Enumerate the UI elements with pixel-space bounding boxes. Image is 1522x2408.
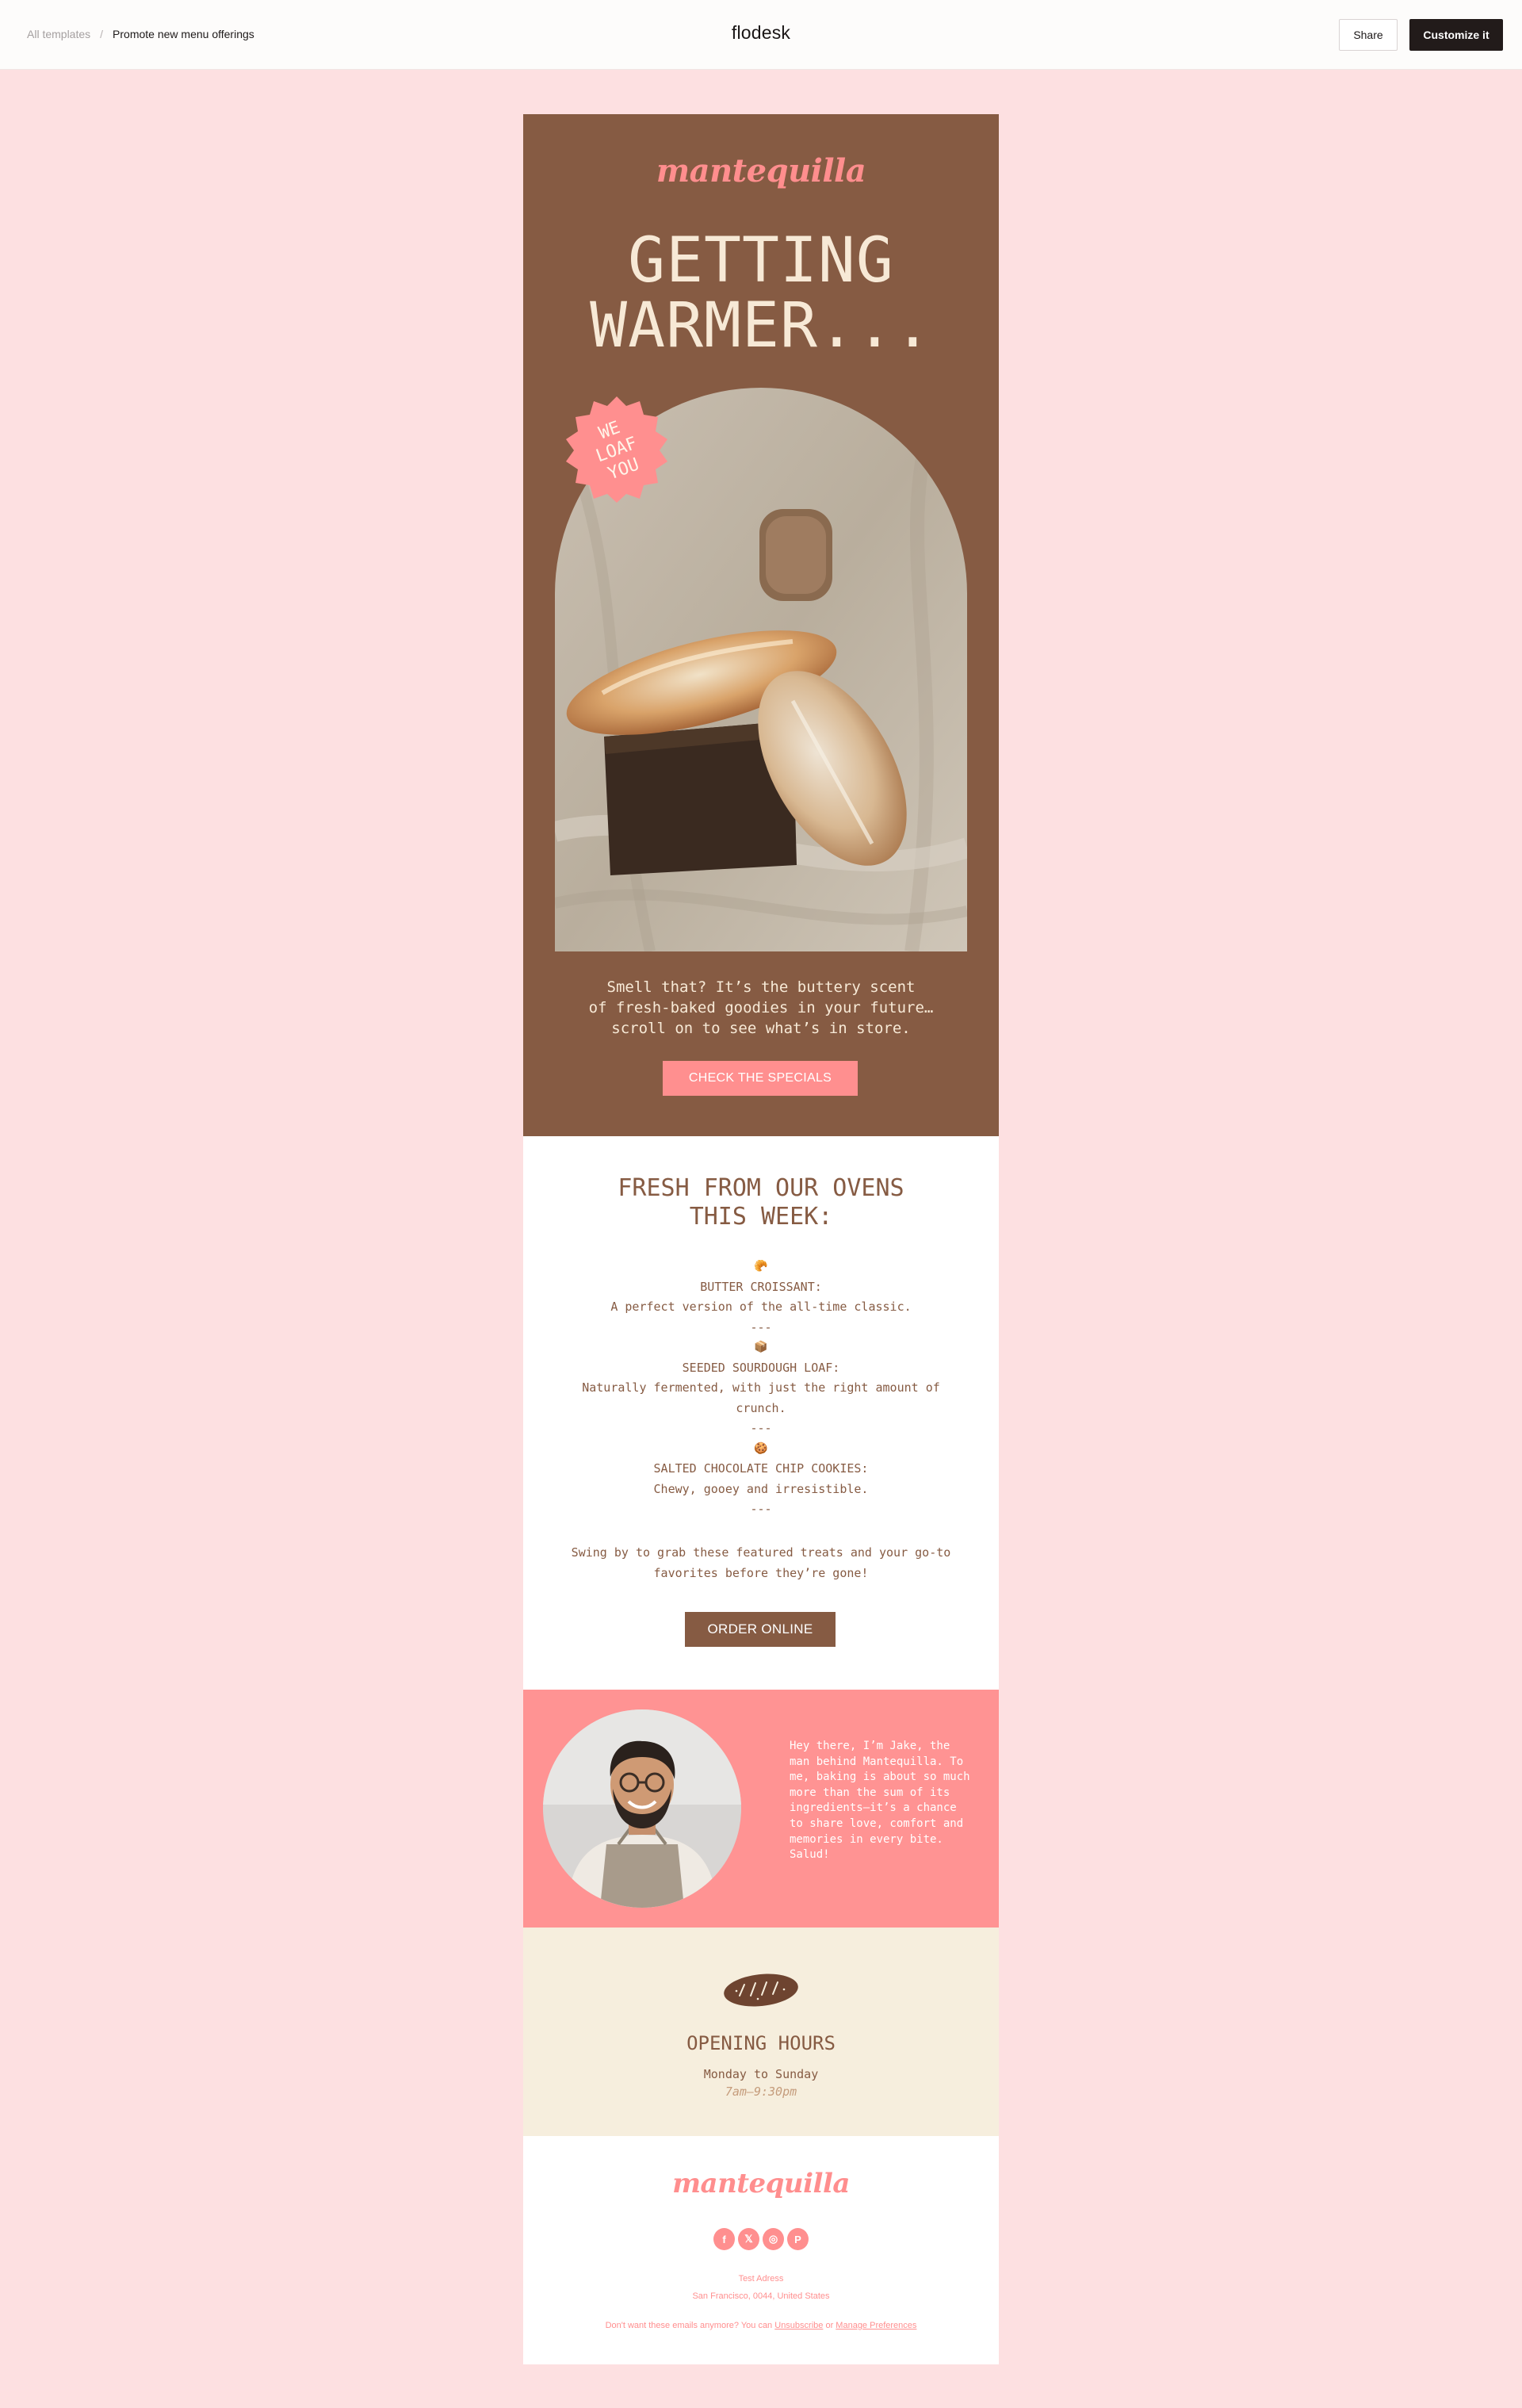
about-text: Hey there, I’m Jake, the man behind Mant… xyxy=(790,1740,970,1862)
menu-item: 📦 SEEDED SOURDOUGH LOAF: Naturally ferme… xyxy=(571,1338,951,1439)
menu-item-desc: Chewy, gooey and irresistible. xyxy=(653,1481,869,1496)
about-section: Hey there, I’m Jake, the man behind Mant… xyxy=(523,1690,999,1928)
x-icon[interactable]: 𝕏 xyxy=(738,2228,759,2250)
we-loaf-you-badge: WE LOAF YOU xyxy=(561,393,672,504)
menu-title: FRESH FROM OUR OVENS THIS WEEK: xyxy=(523,1174,999,1231)
menu-item: 🥐 BUTTER CROISSANT: A perfect version of… xyxy=(571,1257,951,1338)
menu-item-desc: Naturally fermented, with just the right… xyxy=(582,1380,940,1415)
menu-item-name: SALTED CHOCOLATE CHIP COOKIES: xyxy=(653,1461,869,1476)
package-icon: 📦 xyxy=(754,1341,768,1353)
croissant-icon: 🥐 xyxy=(754,1260,768,1273)
breadcrumb-current: Promote new menu offerings xyxy=(113,28,254,40)
menu-section: FRESH FROM OUR OVENS THIS WEEK: 🥐 BUTTER… xyxy=(523,1136,999,1690)
unsubscribe-or: or xyxy=(825,2321,834,2330)
unsubscribe-link[interactable]: Unsubscribe xyxy=(774,2321,823,2330)
menu-item-desc: A perfect version of the all-time classi… xyxy=(610,1300,912,1314)
menu-list: 🥐 BUTTER CROISSANT: A perfect version of… xyxy=(571,1257,951,1520)
customize-button[interactable]: Customize it xyxy=(1409,19,1503,51)
hours-days: Monday to Sunday xyxy=(703,2067,819,2081)
menu-title-line1: FRESH FROM OUR OVENS xyxy=(618,1174,904,1202)
facebook-icon[interactable]: f xyxy=(713,2228,735,2250)
email-preview: mantequilla GETTING WARMER... WE LOAF YO… xyxy=(523,114,999,2364)
check-specials-button[interactable]: CHECK THE SPECIALS xyxy=(663,1061,858,1096)
order-online-button[interactable]: ORDER ONLINE xyxy=(685,1612,836,1647)
menu-item-name: SEEDED SOURDOUGH LOAF: xyxy=(682,1360,840,1375)
hours-title: OPENING HOURS xyxy=(686,2032,836,2054)
hero-title-line1: GETTING xyxy=(628,225,894,297)
hero-text-line1: Smell that? It’s the buttery scent xyxy=(606,978,916,996)
footer-section: mantequilla f 𝕏 ◎ P Test Adress San Fran… xyxy=(523,2136,999,2364)
hero-logo: mantequilla xyxy=(656,152,866,190)
breadcrumb-separator: / xyxy=(100,28,104,40)
pinterest-icon[interactable]: P xyxy=(787,2228,809,2250)
hero-text-line2: of fresh-baked goodies in your future… xyxy=(588,999,934,1016)
menu-item-name: BUTTER CROISSANT: xyxy=(700,1279,822,1294)
menu-title-line2: THIS WEEK: xyxy=(689,1203,833,1231)
cookie-icon: 🍪 xyxy=(754,1441,768,1455)
menu-item: 🍪 SALTED CHOCOLATE CHIP COOKIES: Chewy, … xyxy=(571,1439,951,1520)
breadcrumb-all-templates[interactable]: All templates xyxy=(27,28,90,40)
menu-item-separator: --- xyxy=(750,1319,772,1334)
avatar xyxy=(543,1709,741,1908)
scalloped-badge-icon: WE LOAF YOU xyxy=(566,396,667,503)
baker-portrait-illustration xyxy=(543,1709,741,1908)
hero-text: Smell that? It’s the buttery scent of fr… xyxy=(571,977,951,1039)
breadcrumb: All templates / Promote new menu offerin… xyxy=(27,28,254,40)
unsubscribe-note: Don't want these emails anymore? You can… xyxy=(523,2321,999,2330)
top-bar: All templates / Promote new menu offerin… xyxy=(0,0,1522,70)
unsubscribe-prefix: Don't want these emails anymore? You can xyxy=(605,2321,773,2330)
menu-cta-text: Swing by to grab these featured treats a… xyxy=(571,1545,951,1580)
bread-icon xyxy=(722,1972,800,2008)
share-button[interactable]: Share xyxy=(1339,19,1398,51)
address-line2: San Francisco, 0044, United States xyxy=(692,2291,830,2301)
address-line1: Test Adress xyxy=(738,2274,784,2284)
social-links: f 𝕏 ◎ P xyxy=(713,2228,809,2250)
menu-item-separator: --- xyxy=(750,1502,772,1516)
hours-time: 7am—9:30pm xyxy=(725,2085,797,2099)
hero-title-line2: WARMER... xyxy=(590,290,932,362)
hours-section: OPENING HOURS Monday to Sunday 7am—9:30p… xyxy=(523,1928,999,2136)
hero-title: GETTING WARMER... xyxy=(523,228,999,358)
instagram-icon[interactable]: ◎ xyxy=(763,2228,784,2250)
menu-item-separator: --- xyxy=(750,1421,772,1435)
hero-section: mantequilla GETTING WARMER... WE LOAF YO… xyxy=(523,114,999,1136)
hero-text-line3: scroll on to see what’s in store. xyxy=(611,1020,911,1037)
footer-logo: mantequilla xyxy=(672,2168,850,2199)
manage-preferences-link[interactable]: Manage Preferences xyxy=(836,2321,916,2330)
